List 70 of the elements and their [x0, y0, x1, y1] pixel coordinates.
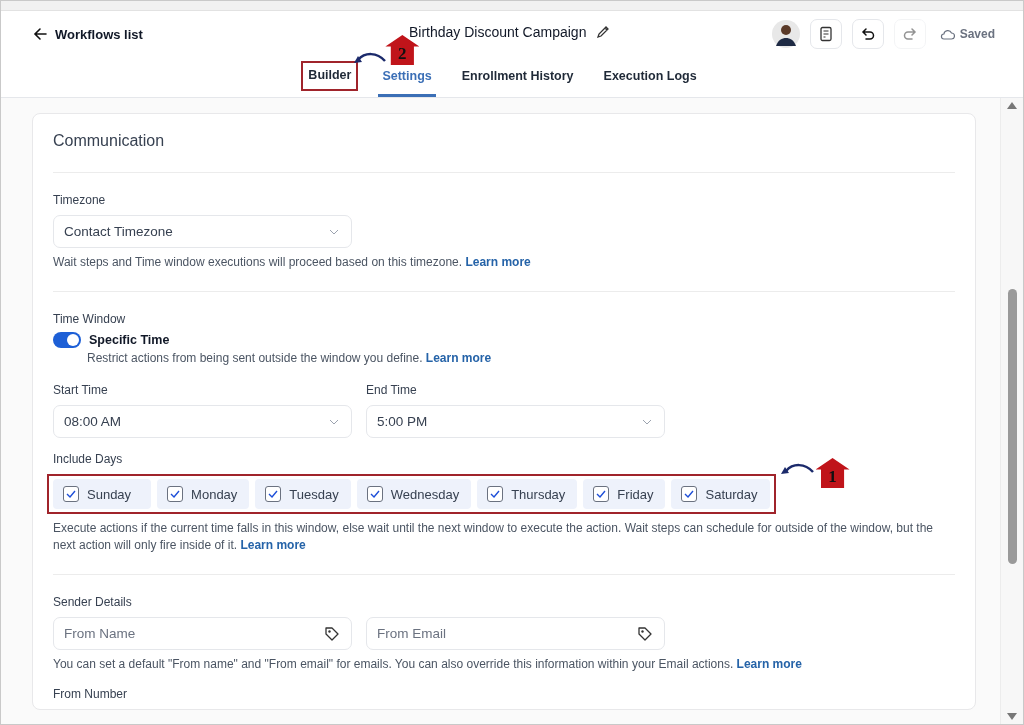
chevron-down-icon [642, 418, 652, 425]
field-label: Sender Details [53, 595, 133, 609]
dropdown-value: 08:00 AM [64, 414, 122, 429]
checkbox[interactable] [366, 486, 383, 502]
field-label: Start Time [53, 383, 109, 397]
tag-icon [324, 626, 340, 642]
help-text: You can set a default "From name" and "From email" for emails. You can also override this information within your Email actions. Learn more [53, 656, 803, 673]
field-label: Include Days [53, 452, 124, 466]
back-link[interactable]: Workflows list [31, 24, 145, 44]
pencil-icon[interactable] [596, 25, 611, 39]
checkbox[interactable] [593, 486, 610, 502]
checkmark-icon [170, 490, 181, 498]
dropdown-value: 5:00 PM [377, 414, 428, 429]
day-checkbox[interactable]: Wednesday [356, 479, 472, 509]
checkmark-icon [268, 490, 279, 498]
field-label: Time Window [53, 312, 127, 326]
tab[interactable]: Builder [303, 63, 357, 89]
learn-more-link[interactable]: Learn more [425, 351, 492, 365]
checkmark-icon [596, 490, 607, 498]
undo-button[interactable] [851, 19, 884, 49]
checklist-button[interactable] [809, 19, 842, 49]
checkmark-icon [684, 490, 695, 498]
save-status: Saved [959, 27, 995, 41]
field-label: Timezone [53, 193, 107, 207]
cloud-icon [939, 28, 955, 40]
day-checkbox[interactable]: Tuesday [255, 479, 351, 509]
back-arrow-icon [33, 27, 47, 41]
toggle-switch[interactable] [53, 332, 81, 348]
help-text: Execute actions if the current time falls in this window, else wait until the next window to execute the action. Wait steps can schedule for outside of the window, but the next action will only fire inside of it. Learn more [53, 520, 935, 554]
day-checkbox[interactable]: Saturday [671, 479, 770, 509]
undo-icon [859, 26, 876, 42]
checkmark-icon [66, 490, 76, 498]
dropdown[interactable]: 08:00 AM [53, 405, 352, 438]
day-checkbox[interactable]: Thursday [477, 479, 578, 509]
input-field[interactable]: From Email [366, 617, 665, 650]
chevron-down-icon [329, 228, 339, 235]
scrollbar-thumb[interactable] [1007, 289, 1017, 564]
checkbox[interactable] [167, 486, 184, 502]
checkmark-icon [490, 490, 501, 498]
toggle-label: Specific Time [89, 333, 170, 347]
annotation-marker: 1 [815, 458, 850, 488]
day-checkbox[interactable]: Sunday [53, 479, 152, 509]
checkbox[interactable] [265, 486, 282, 502]
learn-more-link[interactable]: Learn more [240, 538, 306, 552]
chevron-down-icon [329, 418, 339, 425]
scroll-down-icon[interactable] [1007, 713, 1017, 720]
dropdown-value: Contact Timezone [64, 224, 173, 239]
redo-icon [901, 26, 918, 42]
learn-more-link[interactable]: Learn more [465, 255, 531, 269]
checkmark-icon [369, 490, 380, 498]
section-title: Communication [53, 132, 955, 173]
tab[interactable]: Execution Logs [599, 57, 701, 97]
scroll-up-icon[interactable] [1007, 102, 1017, 109]
checkbox[interactable] [487, 486, 504, 502]
input-field[interactable]: From Name [53, 617, 352, 650]
help-text: Restrict actions from being sent outside the window you define. Learn more [87, 350, 493, 367]
learn-more-link[interactable]: Learn more [736, 657, 802, 671]
field-label: From Number [53, 687, 128, 701]
dropdown[interactable]: Contact Timezone [53, 215, 352, 248]
dropdown[interactable]: 5:00 PM [366, 405, 665, 438]
tag-icon [637, 626, 653, 642]
tab[interactable]: Enrollment History [457, 57, 578, 97]
avatar-icon [771, 20, 800, 48]
help-text: Wait steps and Time window executions will proceed based on this timezone. Learn more [53, 254, 532, 271]
checkbox[interactable] [681, 486, 698, 502]
document-icon [817, 26, 834, 42]
day-checkbox[interactable]: Friday [583, 479, 666, 509]
checkbox[interactable] [63, 486, 79, 502]
field-label: End Time [366, 383, 418, 397]
day-checkbox[interactable]: Monday [157, 479, 250, 509]
